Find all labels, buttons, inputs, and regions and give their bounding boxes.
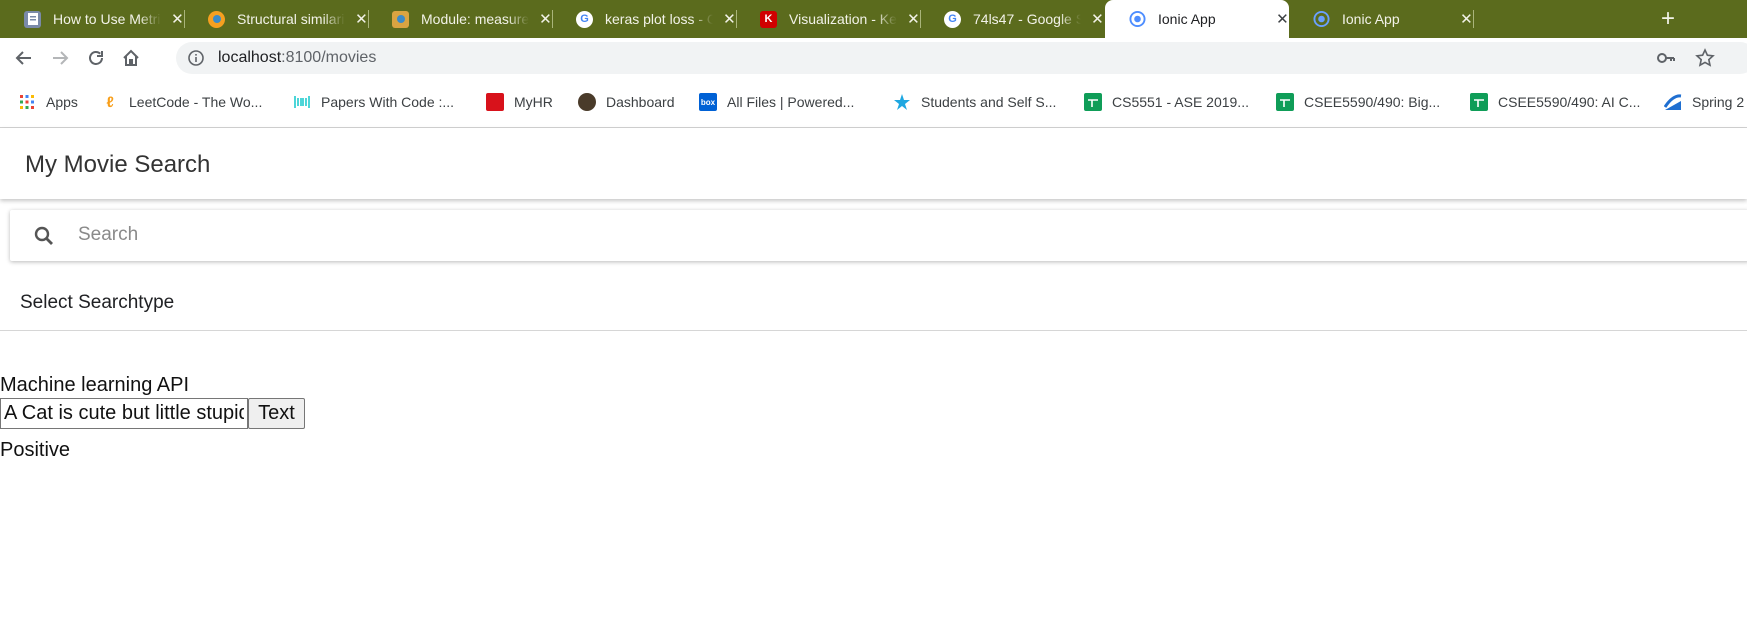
close-icon[interactable]: ✕	[907, 10, 920, 28]
bookmark-csee5590-ai[interactable]: CSEE5590/490: AI C...	[1470, 92, 1640, 112]
tab-separator	[1473, 10, 1474, 28]
bookmark-label: Spring 2	[1692, 94, 1745, 110]
forward-arrow-icon	[53, 51, 69, 65]
myhr-icon	[486, 93, 504, 111]
search-input[interactable]	[78, 218, 1678, 252]
select-searchtype-label: Select Searchtype	[20, 292, 175, 313]
info-icon[interactable]	[188, 50, 204, 71]
tab-ionic-app[interactable]: Ionic App ✕	[1289, 0, 1474, 38]
text-submit-button[interactable]: Text	[248, 398, 305, 429]
tab-visualization-keras[interactable]: K Visualization - Keras ✕	[736, 0, 921, 38]
close-icon[interactable]: ✕	[723, 10, 736, 28]
address-bar[interactable]: localhost:8100/movies	[176, 42, 1747, 74]
tab-title: Ionic App	[1342, 11, 1400, 27]
search-icon	[33, 225, 55, 252]
tab-structural-similarity[interactable]: Structural similarity ✕	[184, 0, 369, 38]
back-button[interactable]	[10, 44, 38, 72]
bookmark-label: CS5551 - ASE 2019...	[1112, 94, 1249, 110]
dashboard-icon	[578, 93, 596, 111]
forward-button[interactable]	[46, 44, 74, 72]
tab-title: Module: measure — s	[421, 11, 529, 27]
app-header: My Movie Search	[0, 128, 1747, 199]
bookmark-spring[interactable]: Spring 2	[1664, 92, 1744, 112]
star-logo-icon	[893, 93, 911, 111]
leetcode-icon: ℓ	[106, 93, 114, 111]
apps-grid-icon	[18, 93, 36, 111]
home-icon	[123, 49, 139, 66]
bookmark-leetcode[interactable]: ℓ LeetCode - The Wo...	[101, 92, 262, 112]
tab-title: 74ls47 - Google Sea	[973, 11, 1081, 27]
bookmarks-bar: Apps ℓ LeetCode - The Wo... Papers With …	[0, 78, 1747, 128]
sheets-icon	[1084, 93, 1102, 111]
tab-how-to-use-metrics[interactable]: How to Use Metrics ✕	[0, 0, 185, 38]
bookmark-label: LeetCode - The Wo...	[129, 94, 263, 110]
scikit-icon	[208, 10, 225, 28]
browser-toolbar: localhost:8100/movies	[0, 38, 1747, 78]
new-tab-button[interactable]: +	[1654, 6, 1682, 32]
bookmark-label: All Files | Powered...	[727, 94, 855, 110]
close-icon[interactable]: ✕	[171, 10, 184, 28]
bookmark-label: Apps	[46, 94, 78, 110]
tab-title: Ionic App	[1158, 11, 1216, 27]
tab-title: Structural similarity	[237, 11, 345, 27]
paperswithcode-icon	[293, 93, 311, 111]
bookmark-apps[interactable]: Apps	[18, 92, 78, 112]
reload-icon	[89, 51, 103, 65]
scikit-icon	[392, 10, 409, 28]
bookmark-label: Students and Self S...	[921, 94, 1057, 110]
bookmark-papers-with-code[interactable]: Papers With Code :...	[293, 92, 454, 112]
tab-module-measure[interactable]: Module: measure — s ✕	[368, 0, 553, 38]
bookmark-csee5590-big[interactable]: CSEE5590/490: Big...	[1276, 92, 1440, 112]
tab-title: keras plot loss - Go	[605, 11, 713, 27]
google-icon: G	[944, 10, 961, 28]
reload-button[interactable]	[82, 44, 110, 72]
home-button[interactable]	[117, 44, 145, 72]
box-icon: box	[699, 93, 717, 111]
keras-icon: K	[760, 10, 777, 28]
doc-icon	[24, 10, 41, 28]
bookmark-label: MyHR	[514, 94, 553, 110]
close-icon[interactable]: ✕	[355, 10, 368, 28]
tab-strip: How to Use Metrics ✕ Structural similari…	[0, 0, 1747, 38]
bookmark-cs5551[interactable]: CS5551 - ASE 2019...	[1084, 92, 1249, 112]
bookmark-all-files-box[interactable]: box All Files | Powered...	[699, 92, 854, 112]
spring-icon	[1664, 93, 1682, 111]
key-icon[interactable]	[1656, 48, 1676, 73]
bookmark-label: Dashboard	[606, 94, 675, 110]
tab-title: Visualization - Keras	[789, 11, 897, 27]
close-icon[interactable]: ✕	[539, 10, 552, 28]
sentiment-result: Positive	[0, 439, 71, 461]
back-arrow-icon	[15, 51, 31, 65]
address-url[interactable]: localhost:8100/movies	[218, 49, 376, 67]
bookmark-label: CSEE5590/490: Big...	[1304, 94, 1441, 110]
tab-title: How to Use Metrics	[53, 11, 161, 27]
tab-ionic-app-active[interactable]: Ionic App ✕	[1105, 0, 1289, 38]
searchbar[interactable]	[10, 210, 1747, 261]
bookmark-myhr[interactable]: MyHR	[486, 92, 553, 112]
google-icon: G	[576, 10, 593, 28]
ml-text-input[interactable]	[0, 398, 248, 429]
address-host: localhost	[218, 49, 282, 66]
select-searchtype[interactable]: Select Searchtype	[0, 280, 1747, 331]
bookmark-label: CSEE5590/490: AI C...	[1498, 94, 1641, 110]
close-icon[interactable]: ✕	[1091, 10, 1104, 28]
bookmark-students-and-self[interactable]: Students and Self S...	[893, 92, 1056, 112]
page-title: My Movie Search	[25, 151, 211, 178]
close-icon[interactable]: ✕	[1276, 10, 1289, 28]
bookmark-star-icon[interactable]	[1695, 48, 1715, 73]
bookmark-dashboard[interactable]: Dashboard	[578, 92, 675, 112]
ionic-icon	[1313, 10, 1330, 28]
bookmark-label: Papers With Code :...	[321, 94, 455, 110]
tab-74ls47-google-search[interactable]: G 74ls47 - Google Sea ✕	[920, 0, 1104, 38]
sheets-icon	[1276, 93, 1294, 111]
ml-api-heading: Machine learning API	[0, 374, 190, 396]
close-icon[interactable]: ✕	[1460, 10, 1473, 28]
tab-keras-plot-loss[interactable]: G keras plot loss - Go ✕	[552, 0, 737, 38]
ionic-icon	[1129, 10, 1146, 28]
address-path: :8100/movies	[281, 49, 377, 66]
sheets-icon	[1470, 93, 1488, 111]
